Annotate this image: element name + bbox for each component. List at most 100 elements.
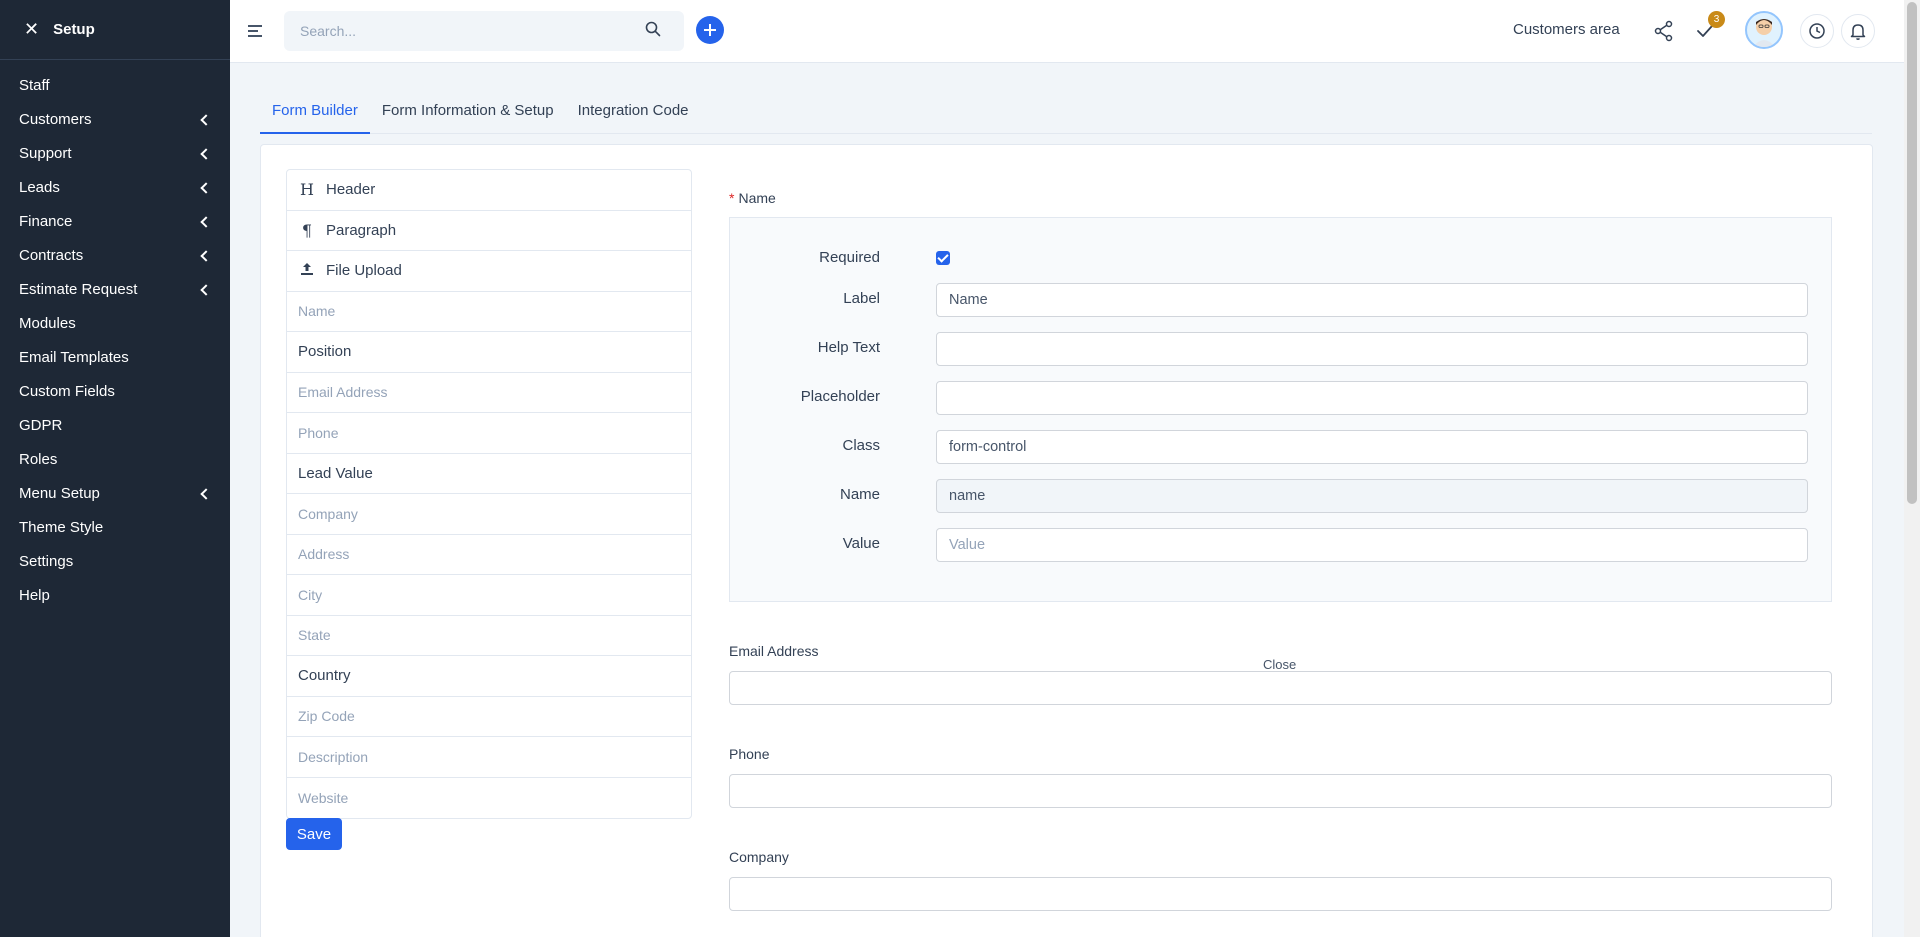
sidebar-item-gdpr[interactable]: GDPR [0,408,230,442]
paragraph-icon: ¶ [301,220,313,240]
field-title-name[interactable]: * Name [729,190,776,206]
chevron-left-icon [200,284,212,296]
sidebar-item-label: Email Templates [19,348,129,366]
tasks-badge: 3 [1708,11,1725,28]
palette-field-lead-value[interactable]: Lead Value [287,454,691,494]
palette-tool-paragraph[interactable]: ¶ Paragraph [287,211,691,251]
sidebar-item-label: Menu Setup [19,484,100,502]
form-builder-panel: H Header ¶ Paragraph File Upload Name Position… [260,144,1873,937]
share-icon[interactable] [1652,19,1676,43]
sidebar-item-label: Staff [19,76,50,94]
sidebar: ✕ Setup Staff Customers Support Leads Financ… [0,0,230,937]
close-icon[interactable]: ✕ [24,19,39,40]
name-attr-input [936,479,1808,513]
sidebar-item-roles[interactable]: Roles [0,442,230,476]
sidebar-header: ✕ Setup [0,0,230,60]
sidebar-item-label: GDPR [19,416,63,434]
palette-field-name: Name [287,292,691,332]
value-input[interactable] [936,528,1808,562]
tab-form-builder[interactable]: Form Builder [260,95,370,134]
palette-field-state: State [287,616,691,656]
class-input[interactable] [936,430,1808,464]
palette-field-company: Company [287,494,691,535]
save-button[interactable]: Save [286,818,342,850]
sidebar-item-label: Roles [19,450,58,468]
palette-field-description: Description [287,737,691,778]
palette-field-website: Website [298,789,349,806]
preview-input-company[interactable] [729,877,1832,911]
palette-field-city: City [287,575,691,616]
help-text-label: Help Text [817,339,880,356]
palette-field-address: Address [287,535,691,575]
sidebar-item-contracts[interactable]: Contracts [0,238,230,272]
chevron-left-icon [200,216,212,228]
menu-toggle-icon[interactable] [248,25,262,37]
help-text-input[interactable] [936,332,1808,366]
notifications-button[interactable] [1841,14,1875,48]
placeholder-input[interactable] [936,381,1808,415]
avatar-image-icon [1753,19,1775,47]
field-title-label: Name [738,190,776,206]
page-scrollbar[interactable] [1904,0,1920,937]
sidebar-item-label: Help [19,586,50,604]
chevron-left-icon [200,114,212,126]
customers-area-link[interactable]: Customers area [1513,21,1620,38]
field-palette: H Header ¶ Paragraph File Upload Name Position… [286,169,692,819]
search-icon[interactable] [645,21,661,37]
value-label: Value [842,535,880,552]
sidebar-item-support[interactable]: Support [0,136,230,170]
label-input[interactable] [936,283,1808,317]
sidebar-item-label: Theme Style [19,518,104,536]
required-mark: * [729,190,735,206]
preview-input-phone[interactable] [729,774,1832,808]
required-checkbox[interactable] [936,251,950,265]
tab-form-information-setup[interactable]: Form Information & Setup [370,95,566,134]
sidebar-item-menu-setup[interactable]: Menu Setup [0,476,230,510]
quick-create-button[interactable] [696,16,724,44]
timer-button[interactable] [1800,14,1834,48]
sidebar-item-label: Modules [19,314,76,332]
sidebar-item-help[interactable]: Help [0,578,230,612]
preview-label-phone: Phone [729,746,770,762]
sidebar-item-customers[interactable]: Customers [0,102,230,136]
tab-integration-code[interactable]: Integration Code [566,95,701,134]
sidebar-item-label: Customers [19,110,92,128]
palette-tool-label: File Upload [326,262,402,280]
sidebar-item-label: Settings [19,552,74,570]
chevron-left-icon [200,182,212,194]
upload-icon [298,261,316,280]
label-label: Label [843,290,880,307]
bell-icon [1850,24,1866,40]
chevron-left-icon [200,250,212,262]
placeholder-label: Placeholder [800,388,880,405]
sidebar-item-modules[interactable]: Modules [0,306,230,340]
sidebar-item-label: Estimate Request [19,280,138,298]
palette-field-country[interactable]: Country [287,656,691,697]
sidebar-item-label: Support [19,144,72,162]
scrollbar-thumb[interactable] [1907,2,1917,504]
heading-icon: H [300,180,314,200]
palette-tool-header[interactable]: H Header [287,170,691,211]
sidebar-item-email-templates[interactable]: Email Templates [0,340,230,374]
topbar: Customers area 3 [230,0,1904,63]
search-input[interactable] [284,11,684,51]
class-label: Class [842,437,880,454]
sidebar-item-finance[interactable]: Finance [0,204,230,238]
sidebar-item-label: Leads [19,178,60,196]
sidebar-item-custom-fields[interactable]: Custom Fields [0,374,230,408]
avatar[interactable] [1745,11,1783,49]
palette-tool-label: Header [326,181,376,199]
sidebar-item-theme-style[interactable]: Theme Style [0,510,230,544]
sidebar-item-leads[interactable]: Leads [0,170,230,204]
chevron-left-icon [200,488,212,500]
sidebar-item-estimate-request[interactable]: Estimate Request [0,272,230,306]
sidebar-item-staff[interactable]: Staff [0,68,230,102]
palette-tool-file-upload[interactable]: File Upload [287,251,691,292]
palette-field-phone: Phone [287,413,691,454]
field-editor: Required Label Help Text Placeholder Cla… [729,217,1832,675]
palette-tool-label: Paragraph [326,221,397,239]
preview-input-email[interactable] [729,671,1832,705]
palette-field-position[interactable]: Position [287,332,691,373]
sidebar-item-settings[interactable]: Settings [0,544,230,578]
palette-field-zip-code: Zip Code [287,697,691,737]
